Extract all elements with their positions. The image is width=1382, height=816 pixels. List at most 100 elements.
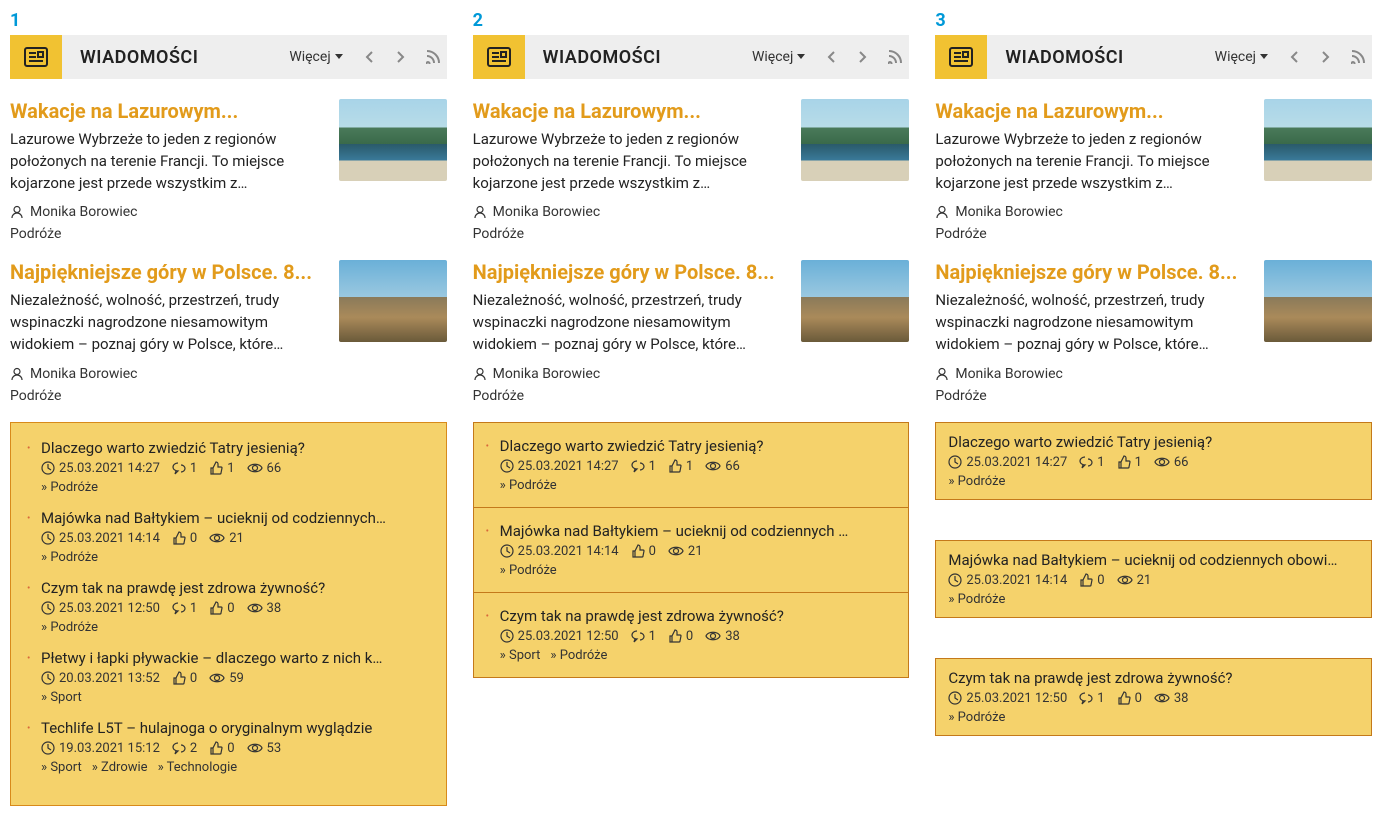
list-card[interactable]: Majówka nad Bałtykiem – ucieknij od codz… — [935, 540, 1372, 618]
clock-icon — [948, 691, 962, 705]
section-header: WIADOMOŚCI Więcej — [10, 35, 447, 79]
category-link[interactable]: » Podróże — [948, 474, 1005, 489]
next-button[interactable] — [849, 43, 877, 71]
like-icon — [172, 531, 186, 545]
featured-article[interactable]: Wakacje na Lazurowym... Lazurowe Wybrzeż… — [473, 99, 910, 242]
list-item[interactable]: Czym tak na prawdę jest zdrowa żywność?2… — [29, 579, 428, 635]
item-comments: 1 — [1097, 691, 1104, 706]
list-item[interactable]: Techlife L5T – hulajnoga o oryginalnym w… — [29, 719, 428, 775]
item-likes: 0 — [1097, 573, 1104, 588]
article-thumbnail — [1264, 260, 1372, 342]
clock-icon — [41, 461, 55, 475]
list-card[interactable]: Czym tak na prawdę jest zdrowa żywność?2… — [473, 592, 910, 678]
header-controls: Więcej — [281, 43, 446, 71]
column-2: 2 WIADOMOŚCI Więcej Wakacje na Lazurowym… — [473, 10, 910, 806]
item-time: 25.03.2021 14:27 — [518, 459, 619, 474]
item-title: Majówka nad Bałtykiem – ucieknij od codz… — [948, 551, 1359, 569]
featured-article[interactable]: Najpiękniejsze góry w Polsce. 8... Nieza… — [10, 260, 447, 403]
comment-icon — [172, 462, 186, 475]
author-name: Monika Borowiec — [30, 366, 138, 382]
rss-icon[interactable] — [1344, 43, 1372, 71]
like-icon — [668, 459, 682, 473]
item-time: 25.03.2021 14:14 — [518, 544, 619, 559]
user-icon — [935, 205, 949, 219]
header-controls: Więcej — [744, 43, 909, 71]
news-list-spaced: Dlaczego warto zwiedzić Tatry jesienią?2… — [935, 422, 1372, 736]
item-categories: » Podróże — [500, 563, 883, 578]
rss-icon[interactable] — [419, 43, 447, 71]
item-title: Czym tak na prawdę jest zdrowa żywność? — [500, 607, 883, 625]
eye-icon — [209, 532, 225, 544]
prev-button[interactable] — [355, 43, 383, 71]
category-link[interactable]: » Sport — [41, 760, 82, 775]
item-meta: 25.03.2021 14:271166 — [948, 455, 1359, 470]
category-link[interactable]: » Podróże — [948, 592, 1005, 607]
item-categories: » Podróże — [948, 474, 1359, 489]
article-category: Podróże — [10, 388, 447, 404]
featured-article[interactable]: Najpiękniejsze góry w Polsce. 8... Nieza… — [473, 260, 910, 403]
next-button[interactable] — [387, 43, 415, 71]
list-card[interactable]: Dlaczego warto zwiedzić Tatry jesienią? 2… — [473, 422, 910, 508]
list-card[interactable]: Dlaczego warto zwiedzić Tatry jesienią?2… — [935, 422, 1372, 500]
more-dropdown[interactable]: Więcej — [1207, 43, 1276, 71]
item-meta: 25.03.2021 14:271166 — [500, 459, 883, 474]
item-title: Dlaczego warto zwiedzić Tatry jesienią? — [500, 437, 883, 455]
article-thumbnail — [339, 260, 447, 342]
caret-down-icon — [1260, 54, 1268, 60]
item-categories: » Podróże — [41, 620, 428, 635]
item-time: 25.03.2021 14:14 — [59, 531, 160, 546]
list-item[interactable]: Płetwy i łapki pływackie – dlaczego wart… — [29, 649, 428, 705]
prev-button[interactable] — [1280, 43, 1308, 71]
category-link[interactable]: » Podróże — [550, 648, 607, 663]
category-link[interactable]: » Podróże — [948, 710, 1005, 725]
eye-icon — [705, 630, 721, 642]
like-icon — [631, 544, 645, 558]
eye-icon — [247, 742, 263, 754]
item-likes: 0 — [649, 544, 656, 559]
like-icon — [209, 461, 223, 475]
item-likes: 0 — [686, 629, 693, 644]
category-link[interactable]: » Technologie — [158, 760, 238, 775]
article-thumbnail — [1264, 99, 1372, 181]
featured-article[interactable]: Wakacje na Lazurowym... Lazurowe Wybrzeż… — [935, 99, 1372, 242]
like-icon — [668, 629, 682, 643]
comment-icon — [631, 460, 645, 473]
clock-icon — [500, 544, 514, 558]
author-name: Monika Borowiec — [493, 204, 601, 220]
featured-article[interactable]: Wakacje na Lazurowym... Lazurowe Wybrzeż… — [10, 99, 447, 242]
more-label: Więcej — [752, 49, 793, 65]
clock-icon — [948, 573, 962, 587]
category-link[interactable]: » Podróże — [500, 563, 557, 578]
category-link[interactable]: » Sport — [41, 690, 82, 705]
column-3: 3 WIADOMOŚCI Więcej Wakacje na Lazurowym… — [935, 10, 1372, 806]
news-icon — [473, 35, 525, 79]
more-dropdown[interactable]: Więcej — [281, 43, 350, 71]
category-link[interactable]: » Sport — [500, 648, 541, 663]
like-icon — [172, 671, 186, 685]
section-header: WIADOMOŚCI Więcej — [935, 35, 1372, 79]
eye-icon — [705, 460, 721, 472]
article-excerpt: Niezależność, wolność, przestrzeń, trudy… — [935, 290, 1254, 355]
like-icon — [209, 601, 223, 615]
list-item[interactable]: Majówka nad Bałtykiem – ucieknij od codz… — [29, 509, 428, 565]
item-categories: » Podróże — [948, 710, 1359, 725]
list-card[interactable]: Czym tak na prawdę jest zdrowa żywność?2… — [935, 658, 1372, 736]
section-title: WIADOMOŚCI — [1005, 47, 1123, 68]
clock-icon — [41, 601, 55, 615]
comment-icon — [172, 602, 186, 615]
rss-icon[interactable] — [881, 43, 909, 71]
list-item[interactable]: Dlaczego warto zwiedzić Tatry jesienią?2… — [29, 439, 428, 495]
item-time: 25.03.2021 14:14 — [966, 573, 1067, 588]
category-link[interactable]: » Podróże — [500, 478, 557, 493]
featured-article[interactable]: Najpiękniejsze góry w Polsce. 8... Nieza… — [935, 260, 1372, 403]
like-icon — [1117, 455, 1131, 469]
prev-button[interactable] — [817, 43, 845, 71]
more-dropdown[interactable]: Więcej — [744, 43, 813, 71]
category-link[interactable]: » Zdrowie — [92, 760, 148, 775]
list-card[interactable]: Majówka nad Bałtykiem – ucieknij od codz… — [473, 507, 910, 593]
next-button[interactable] — [1312, 43, 1340, 71]
category-link[interactable]: » Podróże — [41, 620, 98, 635]
category-link[interactable]: » Podróże — [41, 550, 98, 565]
author-name: Monika Borowiec — [30, 204, 138, 220]
category-link[interactable]: » Podróże — [41, 480, 98, 495]
